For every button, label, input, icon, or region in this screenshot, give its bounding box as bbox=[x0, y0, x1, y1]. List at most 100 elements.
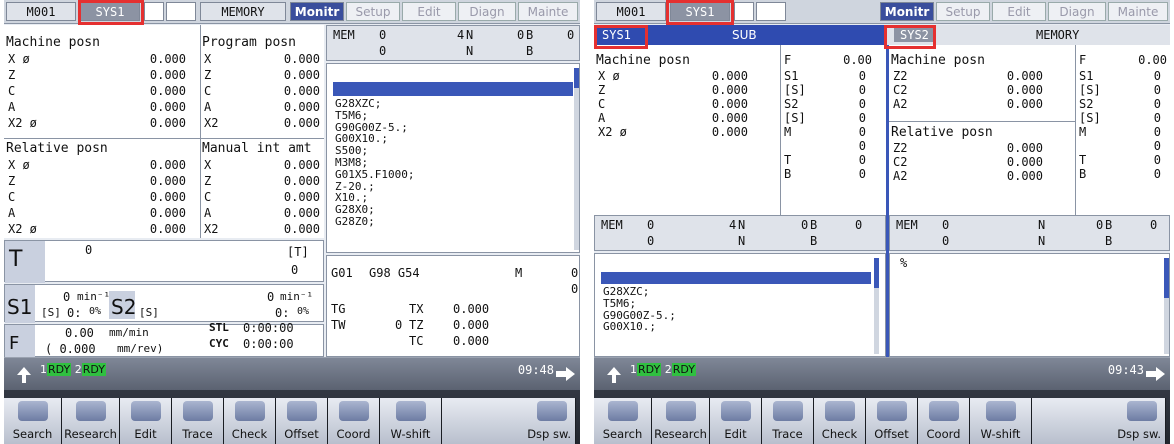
fs-value: 0 bbox=[1153, 97, 1161, 111]
fkey-trace[interactable]: Trace bbox=[762, 398, 814, 444]
axis-name: Z bbox=[204, 68, 212, 82]
fkey-dspsw[interactable]: Dsp sw. bbox=[1032, 398, 1166, 444]
modal-tw-val: 0 bbox=[395, 318, 403, 332]
tab-mainte[interactable]: Mainte bbox=[1108, 2, 1168, 21]
fs-row: M0 bbox=[784, 125, 872, 139]
fkey-check[interactable]: Check bbox=[814, 398, 866, 444]
tab-diagn[interactable]: Diagn bbox=[458, 2, 516, 21]
fs-key: T bbox=[1079, 153, 1087, 167]
fs-row: 0 bbox=[784, 139, 872, 153]
fs-row: T0 bbox=[1079, 153, 1167, 167]
fkey-icon bbox=[985, 401, 1016, 421]
fkey-check[interactable]: Check bbox=[224, 398, 276, 444]
axis-name: X bbox=[204, 158, 212, 172]
tab-monitor[interactable]: Monitr bbox=[880, 2, 934, 21]
axis-name: C bbox=[8, 84, 16, 98]
axis-value: 0.000 bbox=[149, 68, 186, 82]
machine-id-label: M001 bbox=[6, 2, 76, 21]
next-menu-arrow-icon[interactable] bbox=[554, 366, 576, 382]
fkey-offset[interactable]: Offset bbox=[866, 398, 918, 444]
fkey-label: Research bbox=[654, 427, 707, 441]
mem-r2e: B bbox=[526, 44, 534, 58]
fkey-icon bbox=[234, 401, 265, 421]
fkey-research[interactable]: Research bbox=[62, 398, 120, 444]
next-menu-arrow-icon[interactable] bbox=[1144, 366, 1166, 382]
fs-row: T0 bbox=[784, 153, 872, 167]
back-arrow-icon[interactable] bbox=[14, 365, 34, 385]
program-scrollbar[interactable] bbox=[1164, 258, 1169, 354]
feed-label: F bbox=[784, 53, 792, 67]
fkey-coord[interactable]: Coord bbox=[328, 398, 380, 444]
sys2-relative-title: Relative posn bbox=[891, 125, 993, 140]
axis-row: Z 0.000 bbox=[8, 174, 186, 188]
sys1-label: SYS1 bbox=[602, 28, 631, 42]
fkey-offset[interactable]: Offset bbox=[276, 398, 328, 444]
fkey-search[interactable]: Search bbox=[594, 398, 652, 444]
axis-value: 0.000 bbox=[1006, 83, 1043, 97]
fkey-coord[interactable]: Coord bbox=[918, 398, 970, 444]
fs-row: S1 0 bbox=[1079, 69, 1167, 83]
system-tab-sys1[interactable]: SYS1 bbox=[670, 2, 730, 21]
current-block-bar bbox=[333, 82, 573, 96]
axis-row: A 0.000 bbox=[598, 111, 748, 125]
feed-value: 0.00 bbox=[65, 326, 94, 340]
fs-key: S2 bbox=[1079, 97, 1094, 111]
axis-row: X2 ø 0.000 bbox=[8, 222, 186, 236]
fkey-research[interactable]: Research bbox=[652, 398, 710, 444]
fs-key: [S] bbox=[784, 83, 806, 97]
program-scrollbar[interactable] bbox=[874, 258, 879, 354]
fkey-label: Trace bbox=[182, 427, 213, 441]
axis-name: X ø bbox=[8, 158, 30, 172]
program-scrollbar[interactable] bbox=[574, 68, 579, 250]
fkey-wshift[interactable]: W-shift bbox=[380, 398, 442, 444]
modal-tx-val: 0.000 bbox=[453, 302, 490, 316]
system-tab-sys1[interactable]: SYS1 bbox=[80, 2, 140, 21]
tab-edit[interactable]: Edit bbox=[992, 2, 1046, 21]
axis-row: A2 0.000 bbox=[893, 97, 1043, 111]
sys1-panel: Machine posn X ø 0.000 Z 0.000 C 0.000 A 0.000 X… bbox=[594, 45, 886, 215]
fkey-wshift[interactable]: W-shift bbox=[970, 398, 1032, 444]
fs-key: B bbox=[784, 167, 792, 181]
back-arrow-icon[interactable] bbox=[604, 365, 624, 385]
fkey-edit[interactable]: Edit bbox=[710, 398, 762, 444]
blank-tab bbox=[734, 2, 754, 21]
tab-diagn[interactable]: Diagn bbox=[1048, 2, 1106, 21]
axis-name: A2 bbox=[893, 169, 908, 183]
tab-monitor[interactable]: Monitr bbox=[290, 2, 344, 21]
program-end-mark: % bbox=[900, 256, 908, 270]
axis-name: A2 bbox=[893, 97, 908, 111]
relative-posn-title: Relative posn bbox=[6, 141, 108, 156]
tab-setup[interactable]: Setup bbox=[936, 2, 990, 21]
mem-r1b: 4 bbox=[457, 28, 465, 42]
fkey-edit[interactable]: Edit bbox=[120, 398, 172, 444]
fs-value: 0 bbox=[1153, 125, 1161, 139]
axis-row: X 0.000 bbox=[204, 52, 320, 66]
axis-value: 0.000 bbox=[149, 222, 186, 236]
fkey-label: W-shift bbox=[390, 427, 431, 441]
tool-label: T bbox=[9, 247, 23, 272]
fkey-label: Offset bbox=[874, 427, 909, 441]
modal-m-val: 0 bbox=[571, 266, 579, 280]
fkey-dspsw[interactable]: Dsp sw. bbox=[442, 398, 576, 444]
axis-name: A bbox=[598, 111, 606, 125]
tab-edit[interactable]: Edit bbox=[402, 2, 456, 21]
axis-row: C 0.000 bbox=[204, 84, 320, 98]
tab-mainte[interactable]: Mainte bbox=[518, 2, 578, 21]
mem2-r1e: B bbox=[1105, 218, 1113, 232]
axis-value: 0.000 bbox=[149, 190, 186, 204]
modal-tc-val: 0.000 bbox=[453, 334, 490, 348]
s2-label: S2 bbox=[111, 295, 137, 319]
fkey-icon bbox=[928, 401, 959, 421]
tab-setup[interactable]: Setup bbox=[346, 2, 400, 21]
program-line: T5M6; bbox=[335, 108, 369, 122]
axis-name: Z2 bbox=[893, 69, 908, 83]
s2-s: [S] bbox=[139, 306, 159, 319]
fs-key: M bbox=[1079, 125, 1087, 139]
axis-name: C2 bbox=[893, 83, 908, 97]
fkey-search[interactable]: Search bbox=[4, 398, 62, 444]
axis-value: 0.000 bbox=[711, 97, 748, 111]
axis-name: X bbox=[204, 52, 212, 66]
axis-row: C 0.000 bbox=[598, 97, 748, 111]
axis-row: A 0.000 bbox=[204, 206, 320, 220]
fkey-trace[interactable]: Trace bbox=[172, 398, 224, 444]
